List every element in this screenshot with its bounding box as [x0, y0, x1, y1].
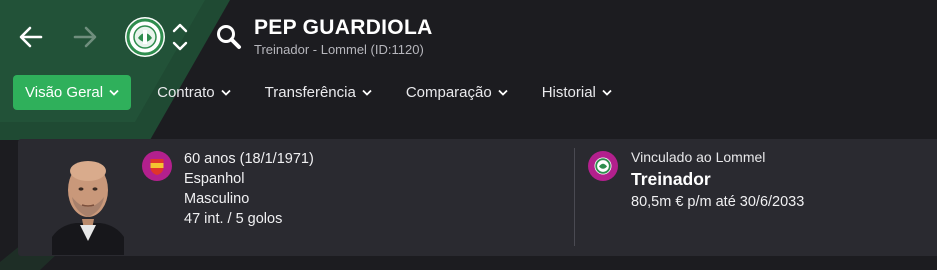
- tab-contract[interactable]: Contrato: [145, 75, 243, 110]
- contract-club-text: Vinculado ao Lommel: [631, 149, 766, 165]
- profile-card: 60 anos (18/1/1971) Espanhol Masculino 4…: [18, 139, 937, 256]
- club-crest-icon[interactable]: [124, 16, 166, 58]
- forward-arrow-icon[interactable]: [70, 22, 100, 52]
- search-icon[interactable]: [216, 24, 242, 50]
- profile-info: 60 anos (18/1/1971) Espanhol Masculino 4…: [184, 149, 314, 229]
- club-crest-icon: [588, 151, 618, 181]
- spain-flag-icon: [142, 151, 172, 181]
- nationality-text: Espanhol: [184, 171, 245, 187]
- contract-role-text: Treinador: [631, 169, 711, 189]
- gender-text: Masculino: [184, 191, 250, 207]
- divider: [574, 148, 575, 246]
- caps-text: 47 int. / 5 golos: [184, 211, 283, 227]
- switch-club-icon[interactable]: [171, 20, 189, 54]
- chevron-down-icon: [221, 89, 231, 96]
- age-text: 60 anos (18/1/1971): [184, 151, 314, 167]
- avatar: [52, 161, 124, 255]
- tab-label: Contrato: [157, 84, 215, 101]
- contract-info: Vinculado ao Lommel Treinador 80,5m € p/…: [631, 149, 804, 210]
- chevron-down-icon: [602, 89, 612, 96]
- tab-label: Historial: [541, 84, 596, 101]
- tab-overview[interactable]: Visão Geral: [13, 75, 132, 110]
- header: PEP GUARDIOLA Treinador - Lommel (ID:112…: [0, 0, 937, 130]
- contract-wage-text: 80,5m € p/m até 30/6/2033: [631, 194, 805, 210]
- tab-label: Transferência: [264, 84, 356, 101]
- tab-history[interactable]: Historial: [530, 75, 624, 110]
- tab-label: Visão Geral: [25, 84, 104, 101]
- back-arrow-icon[interactable]: [16, 22, 46, 52]
- page-title: PEP GUARDIOLA: [254, 16, 433, 39]
- chevron-down-icon: [109, 89, 119, 96]
- tab-transfer[interactable]: Transferência: [253, 75, 384, 110]
- tab-bar: Visão Geral Contrato Transferência Compa…: [13, 75, 634, 110]
- chevron-down-icon: [362, 89, 372, 96]
- tab-comparison[interactable]: Comparação: [394, 75, 520, 110]
- chevron-down-icon: [498, 89, 508, 96]
- tab-label: Comparação: [405, 84, 492, 101]
- page-subtitle: Treinador - Lommel (ID:1120): [254, 42, 424, 57]
